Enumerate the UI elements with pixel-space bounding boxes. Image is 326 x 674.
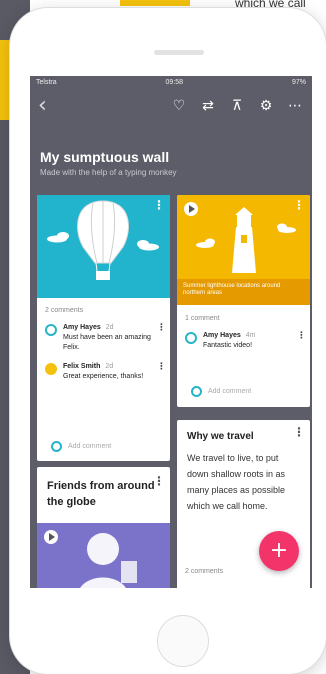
heart-icon[interactable]: ♡ <box>170 98 188 114</box>
comment-count: 2 comments <box>185 568 224 575</box>
friends-image <box>37 523 170 588</box>
comment: Amy Hayes 2d Must have been an amazing Fe… <box>37 323 170 353</box>
card-menu-icon[interactable]: ⋮ <box>153 475 165 487</box>
card-menu-icon[interactable]: ⋮ <box>293 199 305 211</box>
comment-menu-icon[interactable]: ⋮ <box>297 331 306 341</box>
toolbar: ‹ ♡ ⇄ ⊼ ⚙ ⋯ <box>30 89 312 123</box>
gear-icon[interactable]: ⚙ <box>257 98 275 114</box>
lighthouse-card[interactable]: ⋮ Summer lighthouse locations around nor… <box>177 195 310 407</box>
comment-menu-icon[interactable]: ⋮ <box>157 362 166 372</box>
repost-icon[interactable]: ⇄ <box>199 98 217 114</box>
card-title: Friends from around the globe <box>47 480 155 508</box>
speaker-grille <box>154 50 204 55</box>
carrier-label: Telstra <box>36 79 57 86</box>
comment-author: Amy Hayes <box>63 324 101 331</box>
avatar <box>191 386 202 397</box>
comment-count: 2 comments <box>45 307 84 314</box>
avatar <box>51 441 62 452</box>
comment-text: Fantastic video! <box>203 342 253 349</box>
add-comment-placeholder: Add comment <box>68 442 112 450</box>
battery-label: 97% <box>291 79 306 86</box>
play-icon[interactable] <box>44 530 58 544</box>
wall-title: My sumptuous wall <box>40 149 170 165</box>
wall-subtitle: Made with the help of a typing monkey <box>40 168 177 177</box>
avatar <box>45 363 57 375</box>
more-icon[interactable]: ⋯ <box>286 98 304 114</box>
comment-time: 4m <box>245 332 256 339</box>
card-body: We travel to live, to put down shallow r… <box>187 453 286 511</box>
comment-author: Amy Hayes <box>203 332 241 339</box>
comment-text: Must have been an amazing Felix. <box>63 334 151 351</box>
screenshot: which we call hom Telstra 09:58 97% ‹ ♡ … <box>0 0 326 674</box>
back-arrow-icon[interactable]: ‹ <box>38 95 47 117</box>
clock: 09:58 <box>165 79 184 86</box>
home-button[interactable] <box>157 615 209 667</box>
avatar <box>185 332 197 344</box>
comment: Felix Smith 2d Great experience, thanks! … <box>37 362 170 382</box>
comment-menu-icon[interactable]: ⋮ <box>157 323 166 333</box>
app-screen: Telstra 09:58 97% ‹ ♡ ⇄ ⊼ ⚙ ⋯ My sumptuo… <box>30 76 312 588</box>
play-icon[interactable] <box>184 202 198 216</box>
card-title: Why we travel <box>187 431 254 442</box>
balloon-image: ⋮ <box>37 195 170 298</box>
comment: Amy Hayes 4m Fantastic video! ⋮ <box>177 331 310 351</box>
comment-time: 2d <box>105 324 114 331</box>
comment-author: Felix Smith <box>63 363 101 370</box>
add-comment-field[interactable]: Add comment <box>177 385 259 397</box>
avatar <box>45 324 57 336</box>
org-chart-icon[interactable]: ⊼ <box>228 98 246 114</box>
friends-card[interactable]: Friends from around the globe ⋮ <box>37 467 170 588</box>
lighthouse-image: ⋮ Summer lighthouse locations around nor… <box>177 195 310 305</box>
comment-count: 1 comment <box>185 315 220 322</box>
add-comment-field[interactable]: Add comment <box>37 440 119 452</box>
card-menu-icon[interactable]: ⋮ <box>153 199 165 211</box>
comment-text: Great experience, thanks! <box>63 373 144 380</box>
status-bar: Telstra 09:58 97% <box>30 76 312 89</box>
image-caption: Summer lighthouse locations around north… <box>177 279 310 305</box>
hot-air-balloon-icon <box>47 200 159 280</box>
background-yellow-bar <box>120 0 190 6</box>
add-fab-button[interactable]: + <box>259 531 299 571</box>
balloon-card[interactable]: ⋮ 2 comments Amy Hayes 2d Must have been … <box>37 195 170 461</box>
add-comment-placeholder: Add comment <box>208 387 252 395</box>
comment-time: 2d <box>105 363 114 370</box>
card-menu-icon[interactable]: ⋮ <box>293 426 305 438</box>
